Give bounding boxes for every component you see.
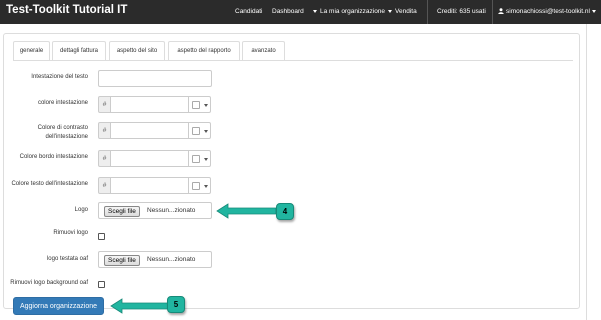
tab-divider <box>13 60 573 61</box>
user-menu[interactable]: simonachiossi@test-toolkit.nl <box>498 8 596 15</box>
tab-avanzato[interactable]: avanzato <box>242 41 285 60</box>
logo-testata-choose-file-button[interactable]: Scegli file <box>104 255 140 266</box>
tab-aspetto-del-sito[interactable]: aspetto del sito <box>109 41 165 60</box>
color-picker-button[interactable] <box>188 96 211 113</box>
color-swatch-icon <box>192 182 200 190</box>
colore-intestazione-group: # <box>98 96 212 113</box>
logo-file-input: Scegli file Nessun...zionato <box>98 202 212 219</box>
tab-generale[interactable]: generale <box>13 41 50 60</box>
intestazione-testo-input[interactable] <box>98 70 212 87</box>
chevron-down-icon <box>313 9 317 13</box>
nav-organizzazione[interactable]: La mia organizzazione <box>313 8 385 15</box>
colore-intestazione-label: colore intestazione <box>37 100 88 106</box>
colore-contrasto-group: # <box>98 122 212 139</box>
aggiorna-organizzazione-button[interactable]: Aggiorna organizzazione <box>13 297 104 315</box>
rimuovi-logo-bg-checkbox[interactable] <box>98 281 105 288</box>
logo-testata-file-status: Nessun...zionato <box>147 256 196 263</box>
color-swatch-icon <box>192 155 200 163</box>
logo-file-status: Nessun...zionato <box>147 207 196 214</box>
annotation-arrow-4 <box>216 203 276 219</box>
logo-choose-file-button[interactable]: Scegli file <box>104 206 140 217</box>
colore-intestazione-input[interactable] <box>110 96 189 113</box>
logo-label: Logo <box>74 207 88 213</box>
logo-testata-file-input: Scegli file Nessun...zionato <box>98 251 212 268</box>
tab-dettagli-fattura[interactable]: dettagli fattura <box>52 41 106 60</box>
rimuovi-logo-label: Rimuovi logo <box>53 230 88 236</box>
settings-panel <box>3 33 580 309</box>
chevron-down-icon <box>204 185 208 188</box>
annotation-badge-5: 5 <box>167 296 185 313</box>
color-picker-button[interactable] <box>188 122 211 139</box>
colore-contrasto-label: Colore di contrasto dell'intestazione <box>37 125 88 140</box>
nav-organizzazione-label: La mia organizzazione <box>320 8 386 15</box>
top-navbar: Test-Toolkit Tutorial IT Candidati Dashb… <box>0 0 601 24</box>
user-icon <box>498 8 504 14</box>
nav-vendita-label: Vendita <box>395 8 417 15</box>
color-swatch-icon <box>192 127 200 135</box>
nav-vendita[interactable]: Vendita <box>388 8 417 15</box>
nav-divider <box>427 0 428 24</box>
logo-testata-label: logo testata oaf <box>46 256 88 262</box>
rimuovi-logo-checkbox[interactable] <box>98 233 105 240</box>
annotation-badge-4: 4 <box>276 203 294 220</box>
chevron-down-icon <box>591 9 596 13</box>
nav-links: Candidati Dashboard La mia organizzazion… <box>0 0 601 24</box>
nav-dashboard[interactable]: Dashboard <box>272 8 304 15</box>
chevron-down-icon <box>204 104 208 107</box>
nav-divider <box>492 0 493 24</box>
nav-candidati[interactable]: Candidati <box>235 8 262 15</box>
chevron-down-icon <box>204 158 208 161</box>
colore-contrasto-input[interactable] <box>110 122 189 139</box>
chevron-down-icon <box>204 130 208 133</box>
color-picker-button[interactable] <box>188 177 211 194</box>
colore-bordo-input[interactable] <box>110 150 189 167</box>
chevron-down-icon <box>388 9 392 13</box>
tab-aspetto-del-rapporto[interactable]: aspetto del rapporto <box>168 41 240 60</box>
rimuovi-logo-bg-label: Rimuovi logo background oaf <box>10 280 88 286</box>
color-picker-button[interactable] <box>188 150 211 167</box>
credits-label: Crediti: 635 usati <box>437 8 486 15</box>
color-swatch-icon <box>192 101 200 109</box>
user-email: simonachiossi@test-toolkit.nl <box>506 8 590 15</box>
colore-testo-label: Colore testo dell'intestazione <box>11 181 88 187</box>
colore-bordo-group: # <box>98 150 212 167</box>
intestazione-testo-label: Intestazione del testo <box>31 74 88 80</box>
scroll-edge <box>586 24 587 320</box>
annotation-arrow-5 <box>110 298 168 314</box>
colore-testo-group: # <box>98 177 212 194</box>
colore-bordo-label: Colore bordo intestazione <box>19 154 88 160</box>
colore-testo-input[interactable] <box>110 177 189 194</box>
